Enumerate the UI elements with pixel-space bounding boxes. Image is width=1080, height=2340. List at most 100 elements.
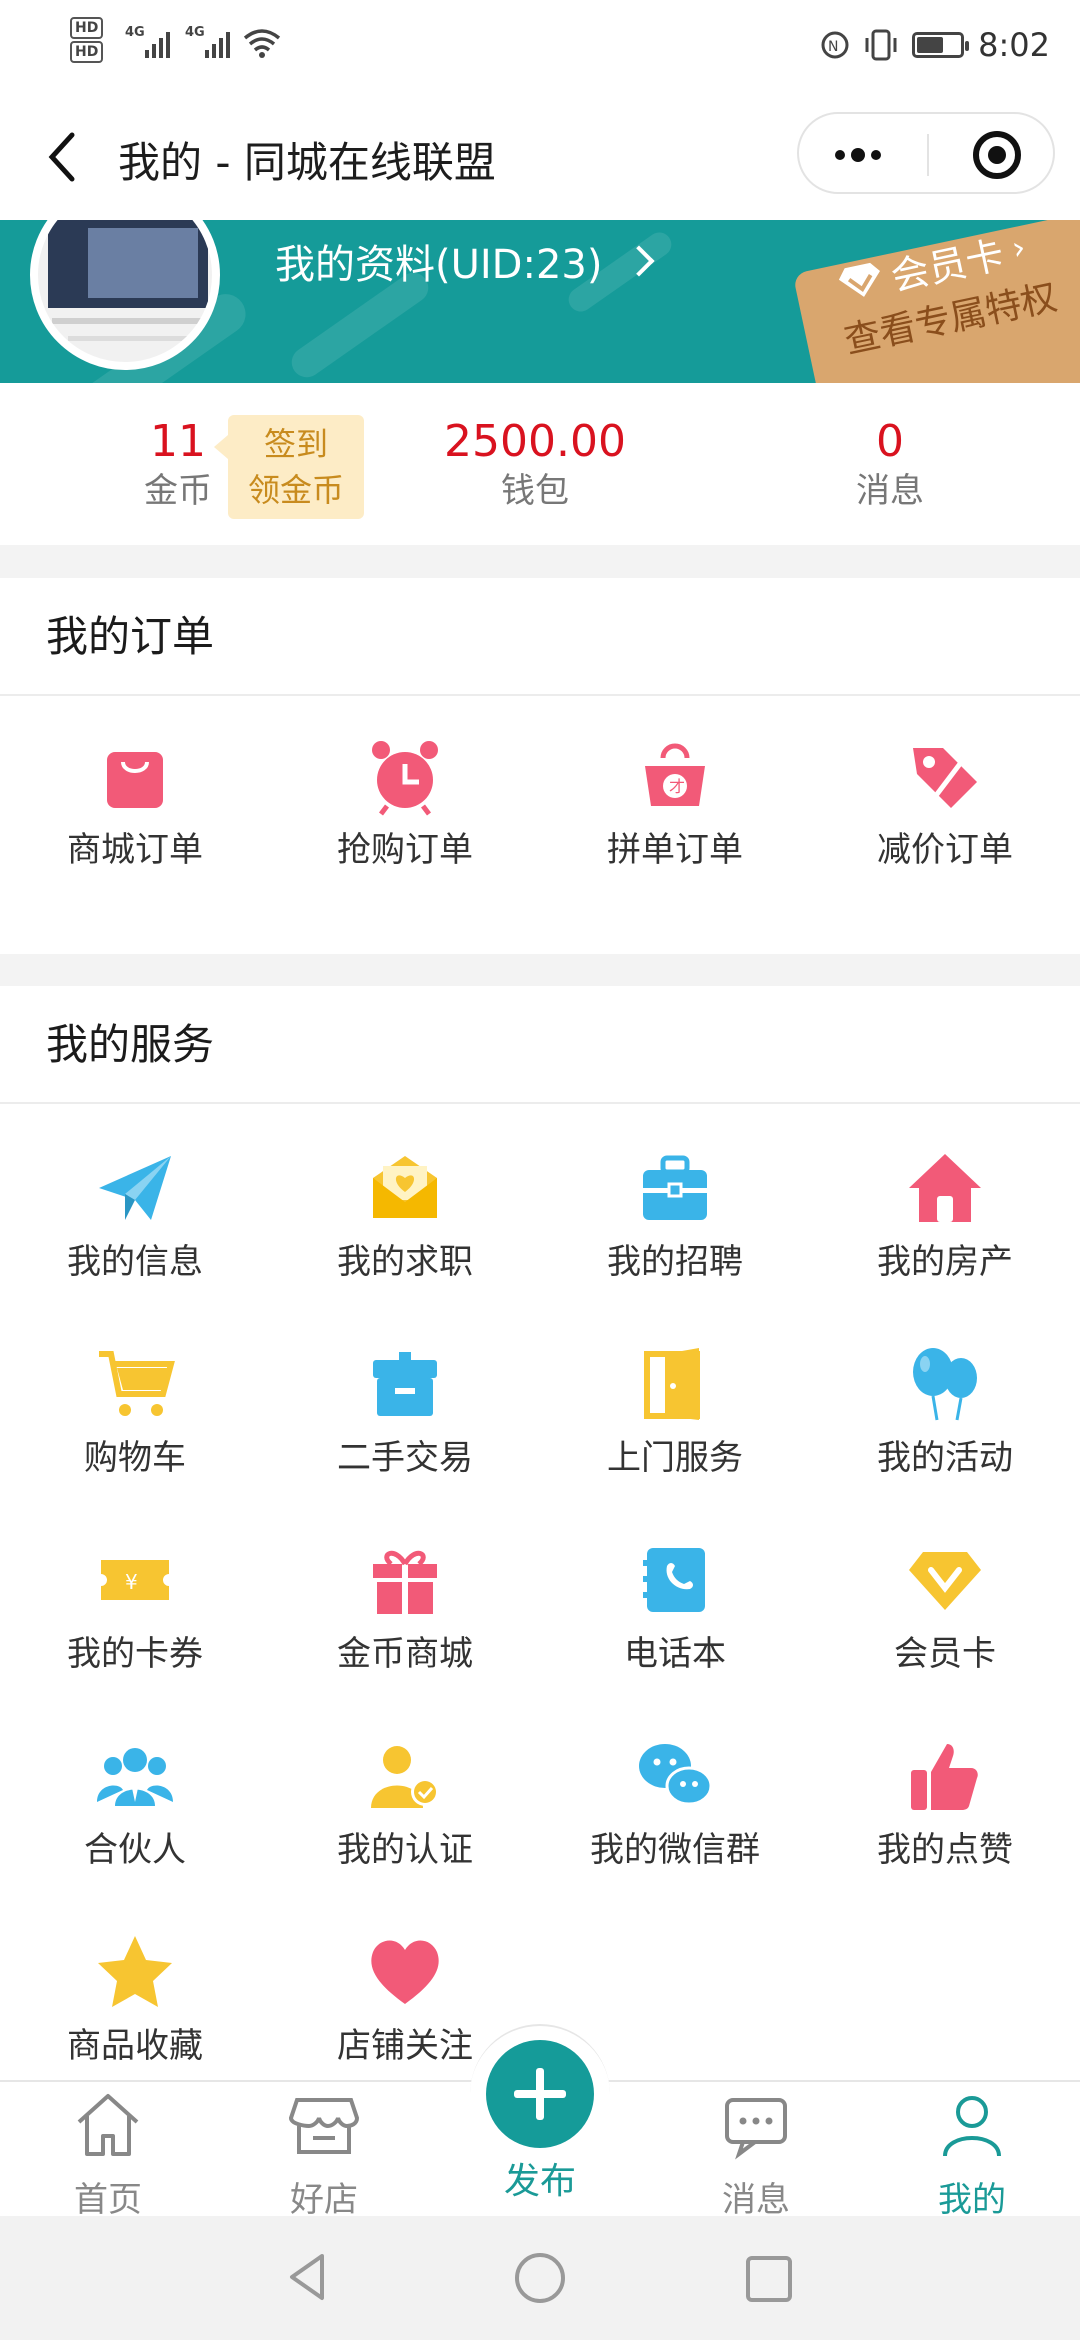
service-property[interactable]: 我的房产 [810,1148,1080,1282]
profile-label: 我的资料(UID:23) [275,242,603,288]
service-favorites[interactable]: 商品收藏 [0,1932,270,2066]
miniprogram-capsule [797,112,1055,194]
chat-bubble-icon [725,2098,787,2160]
system-nav-bar [0,2216,1080,2340]
diamond-icon [909,1552,981,1610]
coins-label: 金币 [144,471,212,511]
diamond-icon [838,262,880,297]
service-phonebook[interactable]: 电话本 [540,1540,810,1674]
door-icon [644,1348,700,1420]
system-back-icon[interactable] [282,2250,336,2304]
phonebook-icon [643,1548,705,1612]
messages-stat[interactable]: 0 消息 [830,417,950,515]
my-services-section: 我的服务 我的信息 我的求职 我的招聘 我的房产 购物车 二手交易 上门服务 我… [0,986,1080,2080]
service-verification[interactable]: 我的认证 [270,1736,540,1870]
messages-label: 消息 [856,471,924,511]
balloons-icon [913,1348,977,1421]
status-bar: HD HD 4G 4G N 8:02 [0,0,1080,95]
svg-text:4G: 4G [185,25,205,40]
user-icon [943,2096,1001,2157]
briefcase-icon [643,1155,707,1220]
home-icon [77,2094,139,2156]
cart-icon [99,1351,175,1416]
status-time: 8:02 [978,26,1050,64]
wallet-label: 钱包 [501,471,569,511]
shopping-bag-icon [107,752,163,808]
plus-icon [486,2040,594,2148]
hd-badge-2: HD [70,41,104,63]
order-item-flash[interactable]: 抢购订单 [270,736,540,870]
service-coupons[interactable]: ¥ 我的卡券 [0,1540,270,1674]
shop-icon [288,2098,360,2154]
svg-text:4G: 4G [125,25,145,40]
envelope-heart-icon [373,1156,437,1218]
service-coin-mall[interactable]: 金币商城 [270,1540,540,1674]
publish-button[interactable] [470,2024,610,2164]
my-orders-title: 我的订单 [0,578,1080,696]
checkin-button[interactable]: 签到 领金币 [214,415,364,519]
wallet-stat[interactable]: 2500.00 钱包 [420,417,650,515]
order-item-group[interactable]: 才 拼单订单 [540,736,810,870]
sim-indicators: HD HD [70,16,104,64]
service-my-info[interactable]: 我的信息 [0,1148,270,1282]
star-icon [98,1936,172,2007]
tab-mine[interactable]: 我的 [912,2090,1032,2221]
page-title: 我的 - 同城在线联盟 [118,138,496,187]
tab-shops[interactable]: 好店 [264,2090,384,2221]
group-bag-icon: 才 [645,743,705,806]
alarm-clock-icon [372,741,438,816]
signal-icon: 4G 4G [125,25,281,58]
svg-text:才: 才 [669,777,685,796]
order-item-mall[interactable]: 商城订单 [0,736,270,870]
my-profile-link[interactable]: 我的资料(UID:23) [275,232,656,290]
svg-text:N: N [828,39,838,55]
service-second-hand[interactable]: 二手交易 [270,1344,540,1478]
house-icon [909,1154,981,1222]
service-member-card[interactable]: 会员卡 [810,1540,1080,1674]
more-button[interactable] [835,148,881,162]
back-arrow-icon[interactable] [42,127,82,187]
coins-stat[interactable]: 11 金币 [128,417,228,515]
service-cart[interactable]: 购物车 [0,1344,270,1478]
wallet-value: 2500.00 [444,416,626,467]
close-miniprogram-button[interactable] [973,131,1021,179]
chevron-right-icon [623,245,656,277]
discount-tag-icon [913,742,977,812]
svg-text:¥: ¥ [125,1570,138,1594]
tab-bar: 首页 好店 发布 消息 我的 [0,2024,1080,2220]
heart-icon [371,1940,439,2004]
battery-icon [912,32,970,58]
service-activities[interactable]: 我的活动 [810,1344,1080,1478]
verified-user-icon [371,1746,439,1808]
tab-messages[interactable]: 消息 [696,2090,816,2221]
system-home-icon[interactable] [512,2250,568,2306]
service-onsite[interactable]: 上门服务 [540,1344,810,1478]
partners-icon [97,1748,173,1806]
my-orders-section: 我的订单 商城订单 抢购订单 才 拼单订单 减价订单 [0,578,1080,954]
box-icon [373,1352,437,1416]
system-recents-icon[interactable] [742,2252,796,2306]
service-wechat-groups[interactable]: 我的微信群 [540,1736,810,1870]
paper-plane-icon [99,1156,171,1220]
tab-publish-label: 发布 [503,2161,576,2202]
wechat-icon [639,1744,713,1806]
thumbs-up-icon [911,1744,978,1810]
messages-value: 0 [876,416,904,467]
tab-home[interactable]: 首页 [48,2090,168,2221]
hd-badge-1: HD [70,17,104,39]
service-likes[interactable]: 我的点赞 [810,1736,1080,1870]
service-recruitment[interactable]: 我的招聘 [540,1148,810,1282]
page: HD HD 4G 4G N 8:02 我的 - 同城在线联盟 我的资料(UID:… [0,0,1080,2340]
stats-row: 11 金币 签到 领金币 2500.00 钱包 0 消息 [0,383,1080,545]
service-job-seeking[interactable]: 我的求职 [270,1148,540,1282]
nfc-icon: N [821,31,849,59]
status-right: N 8:02 [820,26,1050,64]
profile-banner: 我的资料(UID:23) 会员卡 › 查看专属特权 [0,220,1080,383]
nav-bar: 我的 - 同城在线联盟 [0,95,1080,220]
service-partners[interactable]: 合伙人 [0,1736,270,1870]
my-services-title: 我的服务 [0,986,1080,1104]
order-item-discount[interactable]: 减价订单 [810,736,1080,870]
vibrate-icon [865,29,897,61]
gift-icon [373,1550,437,1614]
coins-value: 11 [150,416,206,467]
